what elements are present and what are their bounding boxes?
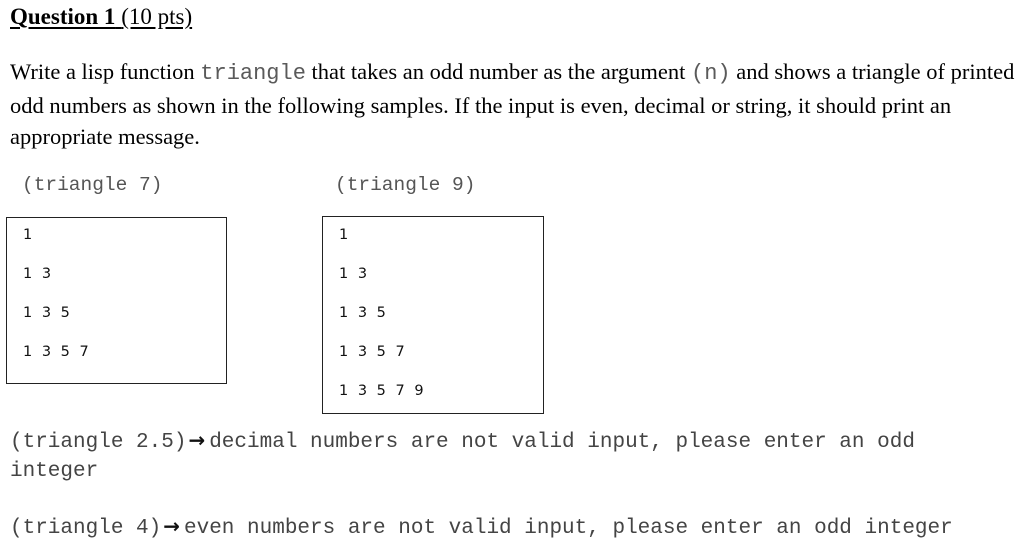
output-row: 1 3 5 7 9 — [339, 383, 425, 399]
question-points: (10 pts) — [121, 4, 193, 29]
question-number: Question 1 — [10, 4, 116, 29]
sample-call-triangle-9: (triangle 9) — [335, 174, 476, 196]
sample-output-box-triangle-9: 1 1 3 1 3 5 1 3 5 7 1 3 5 7 9 — [322, 216, 544, 414]
output-row: 1 3 5 7 — [23, 344, 90, 360]
error-example-even: (triangle 4) → even numbers are not valid … — [10, 514, 953, 540]
output-row: 1 — [339, 227, 350, 243]
arrow-right-icon: → — [163, 514, 180, 538]
arrow-right-icon: → — [188, 428, 206, 452]
argument-code: (n) — [691, 61, 731, 86]
error-example-decimal-continued: integer — [10, 460, 99, 483]
question-title: Question 1 (10 pts) — [10, 4, 192, 30]
output-row: 1 3 5 — [339, 305, 387, 321]
sample-call-triangle-7: (triangle 7) — [22, 174, 163, 196]
error-example-decimal: (triangle 2.5) → decimal numbers are not v… — [10, 428, 915, 454]
error-call: (triangle 2.5) — [10, 431, 187, 454]
error-message: even numbers are not valid input, please… — [184, 517, 953, 540]
prompt-text: Write a lisp function — [10, 59, 201, 84]
output-row: 1 — [23, 227, 34, 243]
function-name-code: triangle — [200, 61, 306, 86]
output-row: 1 3 — [339, 266, 369, 282]
prompt-text: that takes an odd number as the argument — [305, 59, 692, 84]
output-row: 1 3 5 7 — [339, 344, 406, 360]
error-message: decimal numbers are not valid input, ple… — [209, 431, 915, 454]
output-row: 1 3 — [23, 266, 53, 282]
sample-output-box-triangle-7: 1 1 3 1 3 5 1 3 5 7 — [6, 217, 227, 384]
error-call: (triangle 4) — [10, 517, 162, 540]
question-prompt: Write a lisp function triangle that take… — [10, 56, 1015, 153]
output-row: 1 3 5 — [23, 305, 71, 321]
